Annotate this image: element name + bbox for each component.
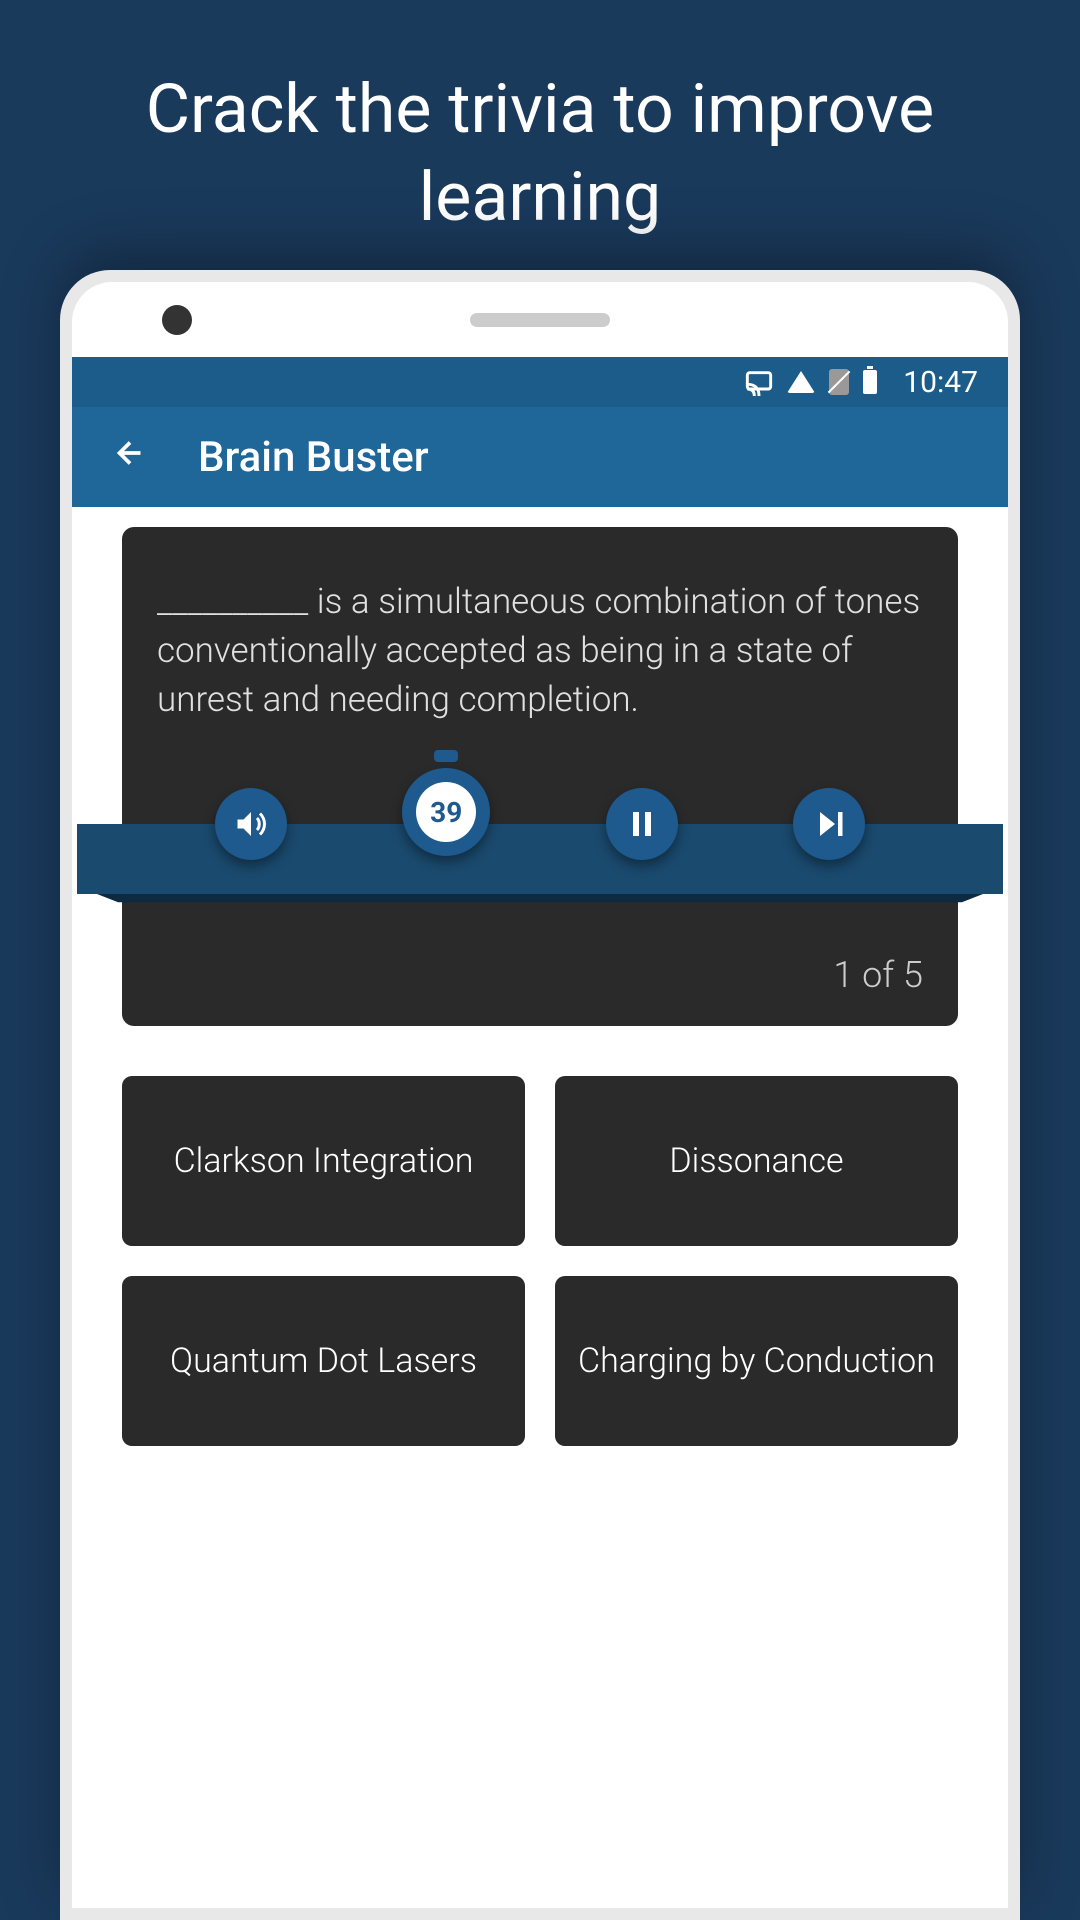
- status-icons: [745, 368, 877, 396]
- answers-grid: Clarkson Integration Dissonance Quantum …: [122, 1076, 958, 1446]
- speaker-grille: [470, 313, 610, 327]
- wifi-icon: [787, 371, 815, 393]
- answer-option-3[interactable]: Quantum Dot Lasers: [122, 1276, 525, 1446]
- question-progress: 1 of 5: [157, 954, 923, 996]
- cast-icon: [745, 368, 773, 396]
- stopwatch-top-icon: [434, 750, 458, 762]
- speaker-icon: [233, 806, 269, 842]
- timer-display: 39: [402, 768, 490, 856]
- answer-option-4[interactable]: Charging by Conduction: [555, 1276, 958, 1446]
- pause-button[interactable]: [606, 788, 678, 860]
- phone-hardware-top: [72, 282, 1008, 357]
- audio-button[interactable]: [215, 788, 287, 860]
- back-button[interactable]: [112, 433, 148, 482]
- arrow-left-icon: [112, 435, 148, 471]
- question-text: __________ is a simultaneous combination…: [157, 577, 923, 724]
- answer-option-2[interactable]: Dissonance: [555, 1076, 958, 1246]
- battery-icon: [863, 370, 877, 394]
- camera-dot: [162, 305, 192, 335]
- content-area: __________ is a simultaneous combination…: [72, 507, 1008, 1466]
- promo-headline: Crack the trivia to improve learning: [0, 0, 1080, 242]
- next-button[interactable]: [793, 788, 865, 860]
- pause-icon: [624, 806, 660, 842]
- app-title: Brain Buster: [198, 433, 429, 482]
- answer-option-1[interactable]: Clarkson Integration: [122, 1076, 525, 1246]
- skip-next-icon: [811, 806, 847, 842]
- status-bar: 10:47: [72, 357, 1008, 407]
- phone-frame: 10:47 Brain Buster __________ is a simul…: [60, 270, 1020, 1920]
- app-bar: Brain Buster: [72, 407, 1008, 507]
- timer-value: 39: [416, 782, 476, 842]
- controls-platform: 39: [77, 824, 1003, 894]
- no-sim-icon: [829, 369, 849, 395]
- status-time: 10:47: [903, 365, 978, 400]
- question-card: __________ is a simultaneous combination…: [122, 527, 958, 1026]
- phone-screen: 10:47 Brain Buster __________ is a simul…: [72, 282, 1008, 1908]
